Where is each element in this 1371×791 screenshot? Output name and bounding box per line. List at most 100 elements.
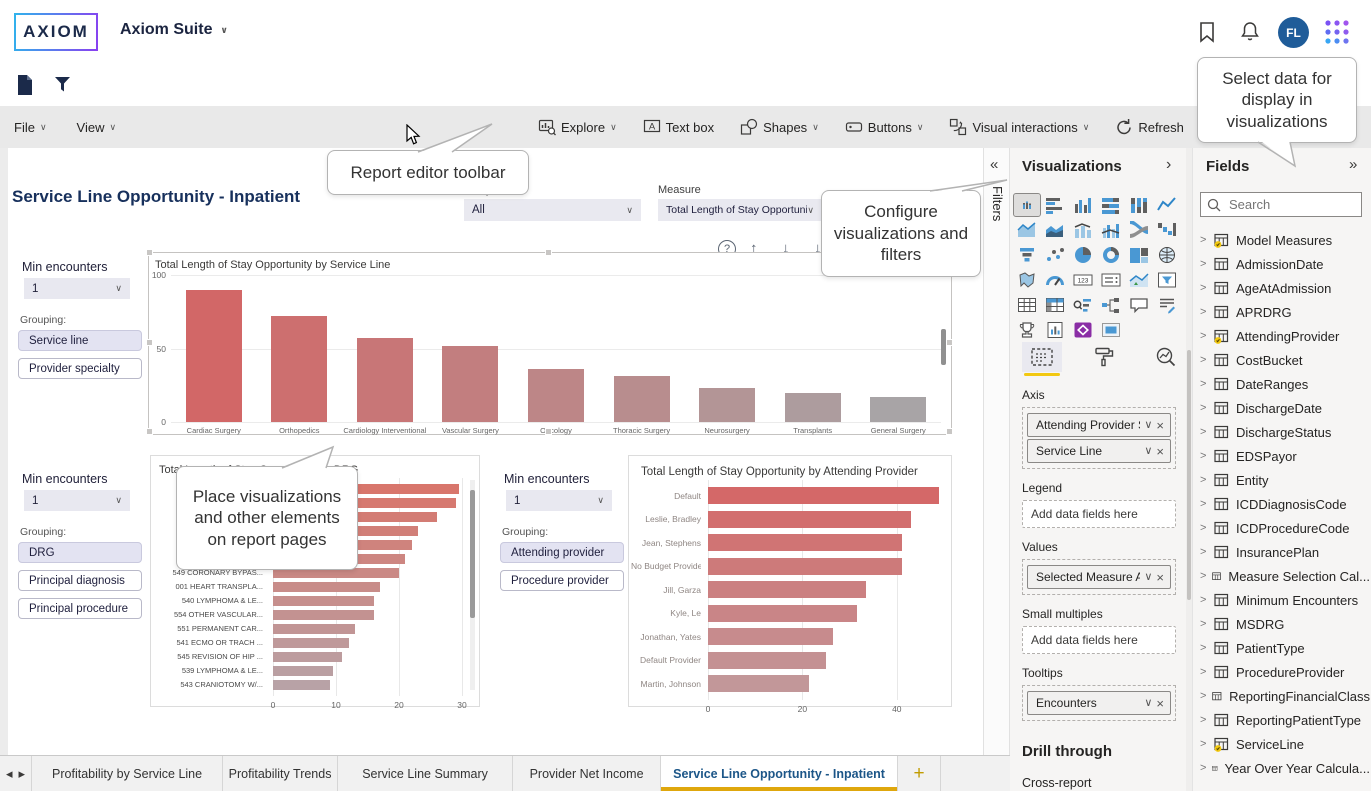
analytics-tab[interactable] [1146,342,1186,372]
qa-icon[interactable] [1126,294,1152,316]
bar-orthopedics[interactable] [271,316,327,422]
expand-fields-pane-icon[interactable]: » [1349,156,1357,173]
resize-handle[interactable] [946,339,953,346]
toolbar-refresh-button[interactable]: Refresh [1115,118,1184,136]
power-apps-icon[interactable] [1070,319,1096,341]
metrics-icon[interactable] [1098,319,1124,341]
bar-no-budget-providers[interactable] [708,558,902,575]
filled-map-icon[interactable] [1014,269,1040,291]
paginated-report-icon[interactable] [1042,319,1068,341]
funnel-chart-icon[interactable] [1014,244,1040,266]
grouping-option-service-line[interactable]: Service line [18,330,142,351]
stacked-column-chart-icon[interactable] [1014,194,1040,216]
attending-provider-chart[interactable]: Total Length of Stay Opportunity by Atte… [628,455,952,707]
expand-icon[interactable]: > [1200,498,1208,510]
treemap-icon[interactable] [1126,244,1152,266]
multi-row-card-icon[interactable] [1098,269,1124,291]
matrix-icon[interactable] [1042,294,1068,316]
field-pill-attending-provider-spec[interactable]: Attending Provider Spec∨× [1027,413,1171,437]
bar-jean-stephens[interactable] [708,534,902,551]
field-item-insuranceplan[interactable]: >InsurancePlan [1192,540,1370,564]
page-tab-service-line-summary[interactable]: Service Line Summary [338,756,513,791]
gauge-icon[interactable] [1042,269,1068,291]
min-encounters-select[interactable]: 1∨ [24,278,130,299]
clustered-column-chart-icon[interactable] [1070,194,1096,216]
remove-field-icon[interactable]: × [1156,696,1164,711]
grouping-option-provider-specialty[interactable]: Provider specialty [18,358,142,379]
bar-leslie-bradley[interactable] [708,511,911,528]
field-pill-service-line[interactable]: Service Line∨× [1027,439,1171,463]
app-switcher[interactable]: Axiom Suite ∨ [120,21,228,39]
100-stacked-bar-chart-icon[interactable] [1098,194,1124,216]
toolbar-shapes-button[interactable]: Shapes∨ [740,118,819,136]
kpi-icon[interactable] [1126,269,1152,291]
bar-545-revision-of-hip-[interactable] [273,652,342,662]
bar-transplants[interactable] [785,393,841,422]
bar-martin-johnson[interactable] [708,675,809,692]
pie-chart-icon[interactable] [1070,244,1096,266]
well-dropzone-small-multiples[interactable]: Add data fields here [1022,626,1176,654]
bar-vascular-surgery[interactable] [442,346,498,422]
field-item-dateranges[interactable]: >DateRanges [1192,372,1370,396]
avatar[interactable]: FL [1278,17,1309,48]
chevron-down-icon[interactable]: ∨ [1144,444,1152,459]
field-pill-encounters[interactable]: Encounters∨× [1027,691,1171,715]
expand-icon[interactable]: > [1200,642,1208,654]
field-item-aprdrg[interactable]: >APRDRG [1192,300,1370,324]
bar-kyle-le[interactable] [708,605,857,622]
chevron-down-icon[interactable]: ∨ [1144,696,1152,711]
bar-540-lymphoma-le-[interactable] [273,596,374,606]
toolbar-text-box-button[interactable]: AText box [643,118,714,136]
field-item-edspayor[interactable]: >EDSPayor [1192,444,1370,468]
expand-icon[interactable]: > [1200,306,1208,318]
grouping-option-attending-provider[interactable]: Attending provider [500,542,624,563]
expand-icon[interactable]: > [1200,402,1208,414]
ribbon-chart-icon[interactable] [1126,219,1152,241]
map-icon[interactable] [1154,244,1180,266]
viz-pane-scrollbar-thumb[interactable] [1187,350,1191,600]
bar-551-permanent-car-[interactable] [273,624,355,634]
bar-default[interactable] [708,487,939,504]
field-item-dischargedate[interactable]: >DischargeDate [1192,396,1370,420]
expand-icon[interactable]: > [1200,546,1208,558]
expand-icon[interactable]: > [1200,258,1208,270]
bar-543-craniotomy-w-[interactable] [273,680,330,690]
field-item-measure-selection-cal-[interactable]: >Measure Selection Cal... [1192,564,1370,588]
bar-jonathan-yates[interactable] [708,628,833,645]
resize-handle[interactable] [946,428,953,435]
bar-001-heart-transpla-[interactable] [273,582,380,592]
expand-icon[interactable]: > [1200,714,1208,726]
expand-icon[interactable]: > [1200,570,1206,582]
decomposition-tree-icon[interactable] [1098,294,1124,316]
grouping-option-principal-procedure[interactable]: Principal procedure [18,598,142,619]
expand-icon[interactable]: > [1200,234,1208,246]
donut-chart-icon[interactable] [1098,244,1124,266]
format-tab[interactable] [1084,342,1124,372]
resize-handle[interactable] [146,339,153,346]
waterfall-chart-icon[interactable] [1154,219,1180,241]
expand-icon[interactable]: > [1200,738,1208,750]
expand-icon[interactable]: > [1200,330,1208,342]
bar-cardiology-interventional[interactable] [357,338,413,422]
field-item-icdprocedurecode[interactable]: >ICDProcedureCode [1192,516,1370,540]
100-stacked-column-chart-icon[interactable] [1126,194,1152,216]
remove-field-icon[interactable]: × [1156,444,1164,459]
expand-icon[interactable]: > [1200,522,1208,534]
goals-icon[interactable] [1014,319,1040,341]
chart-scrollbar-thumb[interactable] [470,490,475,618]
toolbar-buttons-button[interactable]: Buttons∨ [845,118,924,136]
stacked-area-chart-icon[interactable] [1042,219,1068,241]
resize-handle[interactable] [146,249,153,256]
scatter-chart-icon[interactable] [1042,244,1068,266]
measure-filter-select[interactable]: Total Length of Stay Opportunity∨ [658,199,822,221]
field-item-icddiagnosiscode[interactable]: >ICDDiagnosisCode [1192,492,1370,516]
table-icon[interactable] [1014,294,1040,316]
field-item-msdrg[interactable]: >MSDRG [1192,612,1370,636]
grouping-option-principal-diagnosis[interactable]: Principal diagnosis [18,570,142,591]
bar-554-other-vascular-[interactable] [273,610,374,620]
field-item-ageatadmission[interactable]: >AgeAtAdmission [1192,276,1370,300]
bar-cardiac-surgery[interactable] [186,290,242,422]
chevron-down-icon[interactable]: ∨ [1144,418,1152,433]
min-encounters-select[interactable]: 1∨ [24,490,130,511]
field-item-year-over-year-calcula-[interactable]: >Year Over Year Calcula... [1192,756,1370,780]
